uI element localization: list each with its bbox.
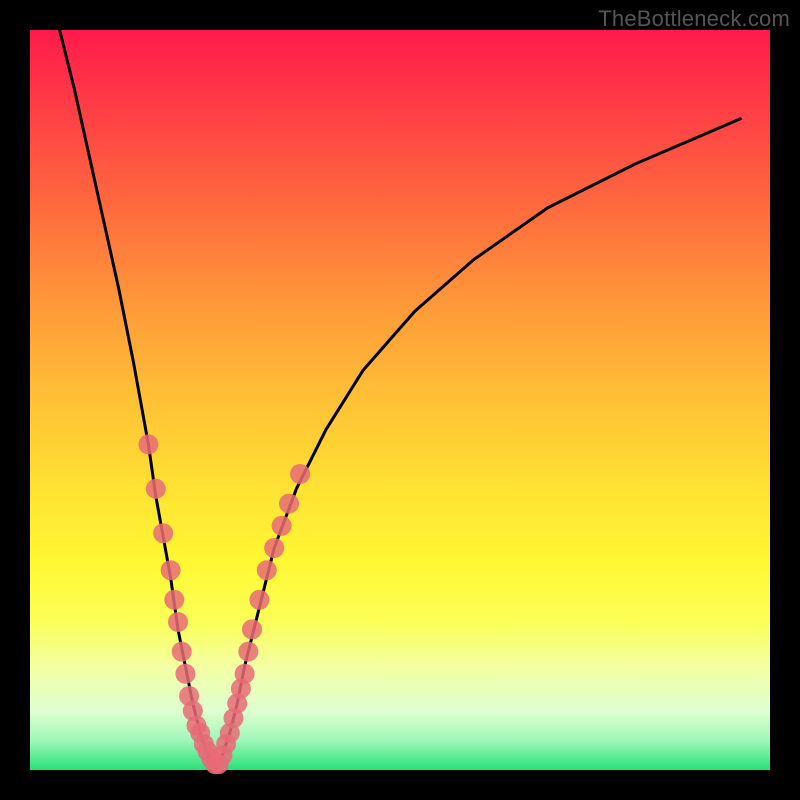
dot-dots-right-upper bbox=[272, 516, 292, 536]
dot-dots-right-upper bbox=[279, 494, 299, 514]
dot-dots-right-lower bbox=[238, 642, 258, 662]
dot-dots-left-upper bbox=[172, 642, 192, 662]
dot-dots-left-upper bbox=[153, 523, 173, 543]
chart-frame: TheBottleneck.com bbox=[0, 0, 800, 800]
dot-dots-left-upper bbox=[175, 664, 195, 684]
dot-dots-right-lower bbox=[235, 664, 255, 684]
curve-group bbox=[60, 30, 741, 770]
chart-svg bbox=[30, 30, 770, 770]
curve-left-curve bbox=[60, 30, 215, 770]
dot-dots-left-upper bbox=[161, 560, 181, 580]
dot-dots-left-upper bbox=[138, 434, 158, 454]
dot-group bbox=[138, 434, 310, 774]
dot-dots-right-upper bbox=[249, 590, 269, 610]
dot-dots-right-upper bbox=[257, 560, 277, 580]
dot-dots-right-upper bbox=[242, 619, 262, 639]
dot-dots-left-upper bbox=[164, 590, 184, 610]
plot-area bbox=[30, 30, 770, 770]
dot-dots-left-upper bbox=[146, 479, 166, 499]
dot-dots-right-upper bbox=[264, 538, 284, 558]
dot-dots-left-upper bbox=[168, 612, 188, 632]
dot-dots-right-upper bbox=[290, 464, 310, 484]
watermark-text: TheBottleneck.com bbox=[598, 6, 790, 32]
curve-right-curve bbox=[215, 119, 740, 770]
